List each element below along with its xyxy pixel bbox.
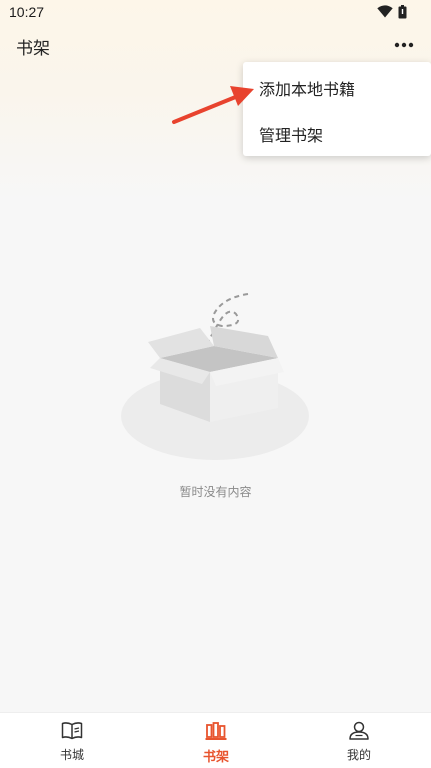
tab-label-profile: 我的 xyxy=(346,748,371,762)
bookshelf-icon xyxy=(205,722,227,740)
wifi-icon xyxy=(377,5,393,18)
app-bar: 书架 xyxy=(0,28,431,64)
status-bar: 10:27 xyxy=(0,0,431,26)
status-time: 10:27 xyxy=(9,4,45,20)
tab-label-bookstore: 书城 xyxy=(59,748,84,762)
book-icon xyxy=(61,722,83,740)
battery-icon xyxy=(398,5,407,19)
overflow-menu: 添加本地书籍 管理书架 xyxy=(243,62,431,156)
empty-state-text: 暂时没有内容 xyxy=(179,485,252,499)
menu-item-manage-shelf[interactable]: 管理书架 xyxy=(259,122,323,146)
menu-item-add-local-books[interactable]: 添加本地书籍 xyxy=(259,76,355,100)
tab-profile[interactable]: 我的 xyxy=(287,713,431,768)
tab-bookshelf[interactable]: 书架 xyxy=(144,713,288,768)
profile-icon xyxy=(349,721,369,740)
more-menu-button[interactable] xyxy=(391,32,417,58)
page-title: 书架 xyxy=(16,39,50,59)
bottom-tab-bar: 书城 书架 我的 xyxy=(0,712,431,768)
tab-label-bookshelf: 书架 xyxy=(202,750,229,765)
annotation-arrow xyxy=(172,86,254,124)
empty-box-illustration xyxy=(121,293,309,460)
more-dots-icon xyxy=(394,42,414,48)
tab-bookstore[interactable]: 书城 xyxy=(0,713,144,768)
